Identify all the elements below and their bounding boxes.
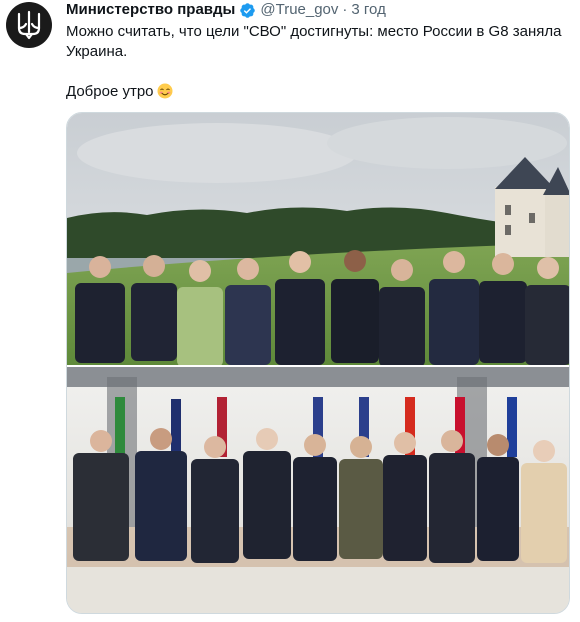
tweet-header: Министерство правды @True_gov · 3 год [66, 0, 386, 20]
tweet-text-greeting: Доброе утро [66, 82, 566, 102]
author-handle[interactable]: @True_gov [260, 0, 338, 20]
separator-dot: · [342, 1, 348, 18]
trident-icon [17, 10, 41, 40]
smiling-face-emoji [157, 83, 173, 99]
avatar[interactable] [6, 2, 52, 48]
tweet-text-line: Можно считать, что цели "СВО" достигнуты… [66, 23, 562, 60]
verified-badge-icon [240, 2, 256, 18]
tweet-text: Можно считать, что цели "СВО" достигнуты… [66, 22, 566, 102]
photo-outdoor-group[interactable] [67, 113, 569, 365]
author-name[interactable]: Министерство правды [66, 0, 235, 20]
greeting-text: Доброе утро [66, 83, 154, 100]
tweet-media[interactable] [66, 112, 570, 614]
photo-indoor-group[interactable] [67, 367, 569, 613]
tweet[interactable]: Министерство правды @True_gov · 3 год Мо… [0, 0, 580, 622]
timestamp[interactable]: 3 год [351, 0, 385, 20]
